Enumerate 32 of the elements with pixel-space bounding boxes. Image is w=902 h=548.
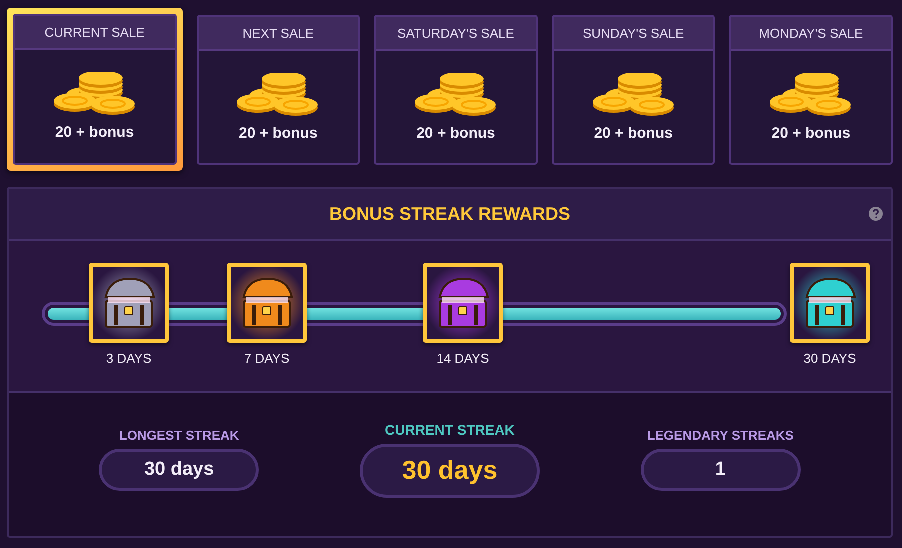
milestone-label: 7 DAYS	[244, 351, 290, 366]
sale-title: SUNDAY'S SALE	[582, 26, 684, 40]
milestone-label: 14 DAYS	[436, 351, 490, 366]
sale-amount: 20 + bonus	[55, 124, 134, 141]
sale-card[interactable]: NEXT SALE 20 + bonus	[196, 15, 360, 165]
coin-stack-icon	[769, 72, 854, 116]
stat-value: 30 days	[360, 444, 540, 498]
sale-amount: 20 + bonus	[772, 124, 851, 142]
sale-amount: 20 + bonus	[416, 124, 496, 142]
sale-title: SATURDAY'S SALE	[398, 26, 514, 40]
sale-card[interactable]: SUNDAY'S SALE 20 + bonus	[552, 15, 716, 165]
coin-stack-icon	[52, 72, 137, 116]
sale-card[interactable]: CURRENT SALE 20 + bonus	[7, 8, 183, 171]
sale-card[interactable]: SATURDAY'S SALE 20 + bonus	[374, 15, 538, 165]
coin-stack-icon	[236, 72, 320, 116]
sale-card[interactable]: MONDAY'S SALE 20 + bonus	[729, 15, 893, 165]
stat-label: LONGEST STREAK	[119, 428, 240, 443]
stat-value: 30 days	[99, 449, 260, 491]
sale-title: CURRENT SALE	[44, 24, 145, 40]
sale-amount: 20 + bonus	[594, 124, 673, 142]
sale-amount: 20 + bonus	[239, 124, 318, 142]
milestone-label: 30 DAYS	[804, 351, 856, 366]
panel-title: BONUS STREAK REWARDS	[329, 204, 570, 224]
stat-label: LEGENDARY STREAKS	[647, 428, 794, 443]
sale-title: NEXT SALE	[242, 26, 314, 40]
help-icon[interactable]	[869, 207, 883, 221]
milestone-label: 3 DAYS	[106, 351, 152, 366]
stat-value: 1	[640, 449, 801, 491]
coin-stack-icon	[414, 72, 498, 116]
coin-stack-icon	[592, 72, 676, 116]
sale-title: MONDAY'S SALE	[759, 26, 864, 40]
stat-label: CURRENT STREAK	[385, 422, 515, 438]
